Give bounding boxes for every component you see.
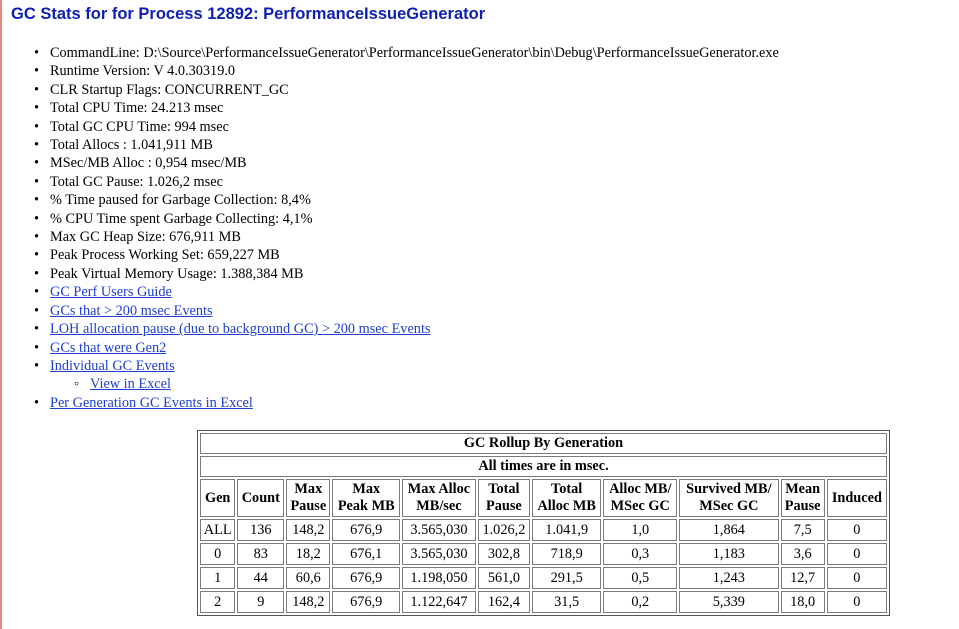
table-row: ALL 136 148,2 676,9 3.565,030 1.026,2 1.… (200, 519, 887, 541)
stat-peak-working-set: Peak Process Working Set: 659,227 MB (30, 246, 779, 265)
cell-total-alloc: 1.041,9 (531, 519, 602, 541)
cell-total-pause: 162,4 (477, 591, 530, 613)
cell-alloc-per-msec: 0,3 (603, 543, 678, 565)
cell-total-alloc: 31,5 (531, 591, 602, 613)
cell-induced: 0 (826, 591, 887, 613)
cell-max-peak-mb: 676,9 (332, 567, 401, 589)
cell-max-peak-mb: 676,1 (332, 543, 401, 565)
table-header-row: Gen Count Max Pause Max Peak MB Max Alloc M… (200, 479, 887, 517)
cell-total-pause: 561,0 (477, 567, 530, 589)
cell-induced: 0 (826, 567, 887, 589)
table-subcaption: All times are in msec. (200, 456, 887, 477)
stat-peak-virtual-memory: Peak Virtual Memory Usage: 1.388,384 MB (30, 265, 779, 284)
cell-count: 136 (237, 519, 285, 541)
link-item-loh-pause: LOH allocation pause (due to background … (30, 320, 779, 339)
link-item-view-excel: View in Excel (50, 375, 779, 394)
stat-command-line: CommandLine: D:\Source\PerformanceIssueG… (30, 44, 779, 63)
link-item-per-generation: Per Generation GC Events in Excel (30, 394, 779, 413)
stat-max-gc-heap: Max GC Heap Size: 676,911 MB (30, 228, 779, 247)
per-generation-excel-link[interactable]: Per Generation GC Events in Excel (50, 395, 253, 411)
stat-total-gc-cpu-time: Total GC CPU Time: 994 msec (30, 118, 779, 137)
cell-max-pause: 18,2 (286, 543, 331, 565)
cell-max-peak-mb: 676,9 (332, 591, 401, 613)
cell-count: 9 (237, 591, 285, 613)
gcs-gen2-link[interactable]: GCs that were Gen2 (50, 340, 166, 356)
cell-total-pause: 1.026,2 (477, 519, 530, 541)
col-header-total-alloc: Total Alloc MB (531, 479, 602, 517)
cell-max-alloc: 1.198,050 (402, 567, 476, 589)
cell-max-alloc: 1.122,647 (402, 591, 476, 613)
cell-survived-per-msec: 1,864 (679, 519, 779, 541)
col-header-count: Count (237, 479, 285, 517)
table-row: 1 44 60,6 676,9 1.198,050 561,0 291,5 0,… (200, 567, 887, 589)
col-header-gen: Gen (200, 479, 236, 517)
table-caption: GC Rollup By Generation (200, 433, 887, 454)
col-header-induced: Induced (826, 479, 887, 517)
col-header-max-pause: Max Pause (286, 479, 331, 517)
table-row: 0 83 18,2 676,1 3.565,030 302,8 718,9 0,… (200, 543, 887, 565)
cell-induced: 0 (826, 543, 887, 565)
cell-max-pause: 148,2 (286, 519, 331, 541)
page-title: GC Stats for for Process 12892: Performa… (11, 5, 486, 23)
col-header-max-alloc: Max Alloc MB/sec (402, 479, 476, 517)
cell-alloc-per-msec: 0,2 (603, 591, 678, 613)
cell-survived-per-msec: 1,243 (679, 567, 779, 589)
cell-max-pause: 148,2 (286, 591, 331, 613)
col-header-total-pause: Total Pause (477, 479, 530, 517)
col-header-max-peak-mb: Max Peak MB (332, 479, 401, 517)
cell-survived-per-msec: 5,339 (679, 591, 779, 613)
link-item-individual: Individual GC Events View in Excel (30, 357, 779, 394)
col-header-survived-per-msec: Survived MB/MSec GC (679, 479, 779, 517)
cell-max-peak-mb: 676,9 (332, 519, 401, 541)
stat-time-paused-pct: % Time paused for Garbage Collection: 8,… (30, 191, 779, 210)
cell-mean-pause: 12,7 (780, 567, 825, 589)
link-item-gcs-200: GCs that > 200 msec Events (30, 302, 779, 321)
cell-max-pause: 60,6 (286, 567, 331, 589)
cell-mean-pause: 3,6 (780, 543, 825, 565)
loh-allocation-pause-link[interactable]: LOH allocation pause (due to background … (50, 321, 430, 337)
cell-alloc-per-msec: 1,0 (603, 519, 678, 541)
cell-mean-pause: 7,5 (780, 519, 825, 541)
gcs-over-200-msec-link[interactable]: GCs that > 200 msec Events (50, 303, 213, 319)
col-header-alloc-per-msec: Alloc MB/MSec GC (603, 479, 678, 517)
cell-max-alloc: 3.565,030 (402, 543, 476, 565)
cell-survived-per-msec: 1,183 (679, 543, 779, 565)
table-row: 2 9 148,2 676,9 1.122,647 162,4 31,5 0,2… (200, 591, 887, 613)
cell-gen: 0 (200, 543, 236, 565)
stat-cpu-gc-pct: % CPU Time spent Garbage Collecting: 4,1… (30, 210, 779, 229)
cell-total-pause: 302,8 (477, 543, 530, 565)
stat-msec-per-mb-alloc: MSec/MB Alloc : 0,954 msec/MB (30, 154, 779, 173)
cell-total-alloc: 718,9 (531, 543, 602, 565)
view-in-excel-link[interactable]: View in Excel (90, 376, 171, 392)
individual-sublist: View in Excel (50, 375, 779, 394)
stat-runtime-version: Runtime Version: V 4.0.30319.0 (30, 62, 779, 81)
cell-gen: 1 (200, 567, 236, 589)
individual-gc-events-link[interactable]: Individual GC Events (50, 358, 175, 374)
stats-list: CommandLine: D:\Source\PerformanceIssueG… (30, 44, 779, 413)
cell-induced: 0 (826, 519, 887, 541)
cell-gen: ALL (200, 519, 236, 541)
stat-total-allocs: Total Allocs : 1.041,911 MB (30, 136, 779, 155)
link-item-users-guide: GC Perf Users Guide (30, 283, 779, 302)
cell-max-alloc: 3.565,030 (402, 519, 476, 541)
cell-count: 44 (237, 567, 285, 589)
gc-rollup-table: GC Rollup By Generation All times are in… (197, 430, 890, 616)
stat-total-gc-pause: Total GC Pause: 1.026,2 msec (30, 173, 779, 192)
gc-perf-users-guide-link[interactable]: GC Perf Users Guide (50, 284, 172, 300)
stat-total-cpu-time: Total CPU Time: 24.213 msec (30, 99, 779, 118)
cell-gen: 2 (200, 591, 236, 613)
cell-alloc-per-msec: 0,5 (603, 567, 678, 589)
cell-total-alloc: 291,5 (531, 567, 602, 589)
stat-clr-startup-flags: CLR Startup Flags: CONCURRENT_GC (30, 81, 779, 100)
col-header-mean-pause: Mean Pause (780, 479, 825, 517)
link-item-gen2: GCs that were Gen2 (30, 339, 779, 358)
cell-mean-pause: 18,0 (780, 591, 825, 613)
cell-count: 83 (237, 543, 285, 565)
page-left-border (0, 0, 2, 629)
